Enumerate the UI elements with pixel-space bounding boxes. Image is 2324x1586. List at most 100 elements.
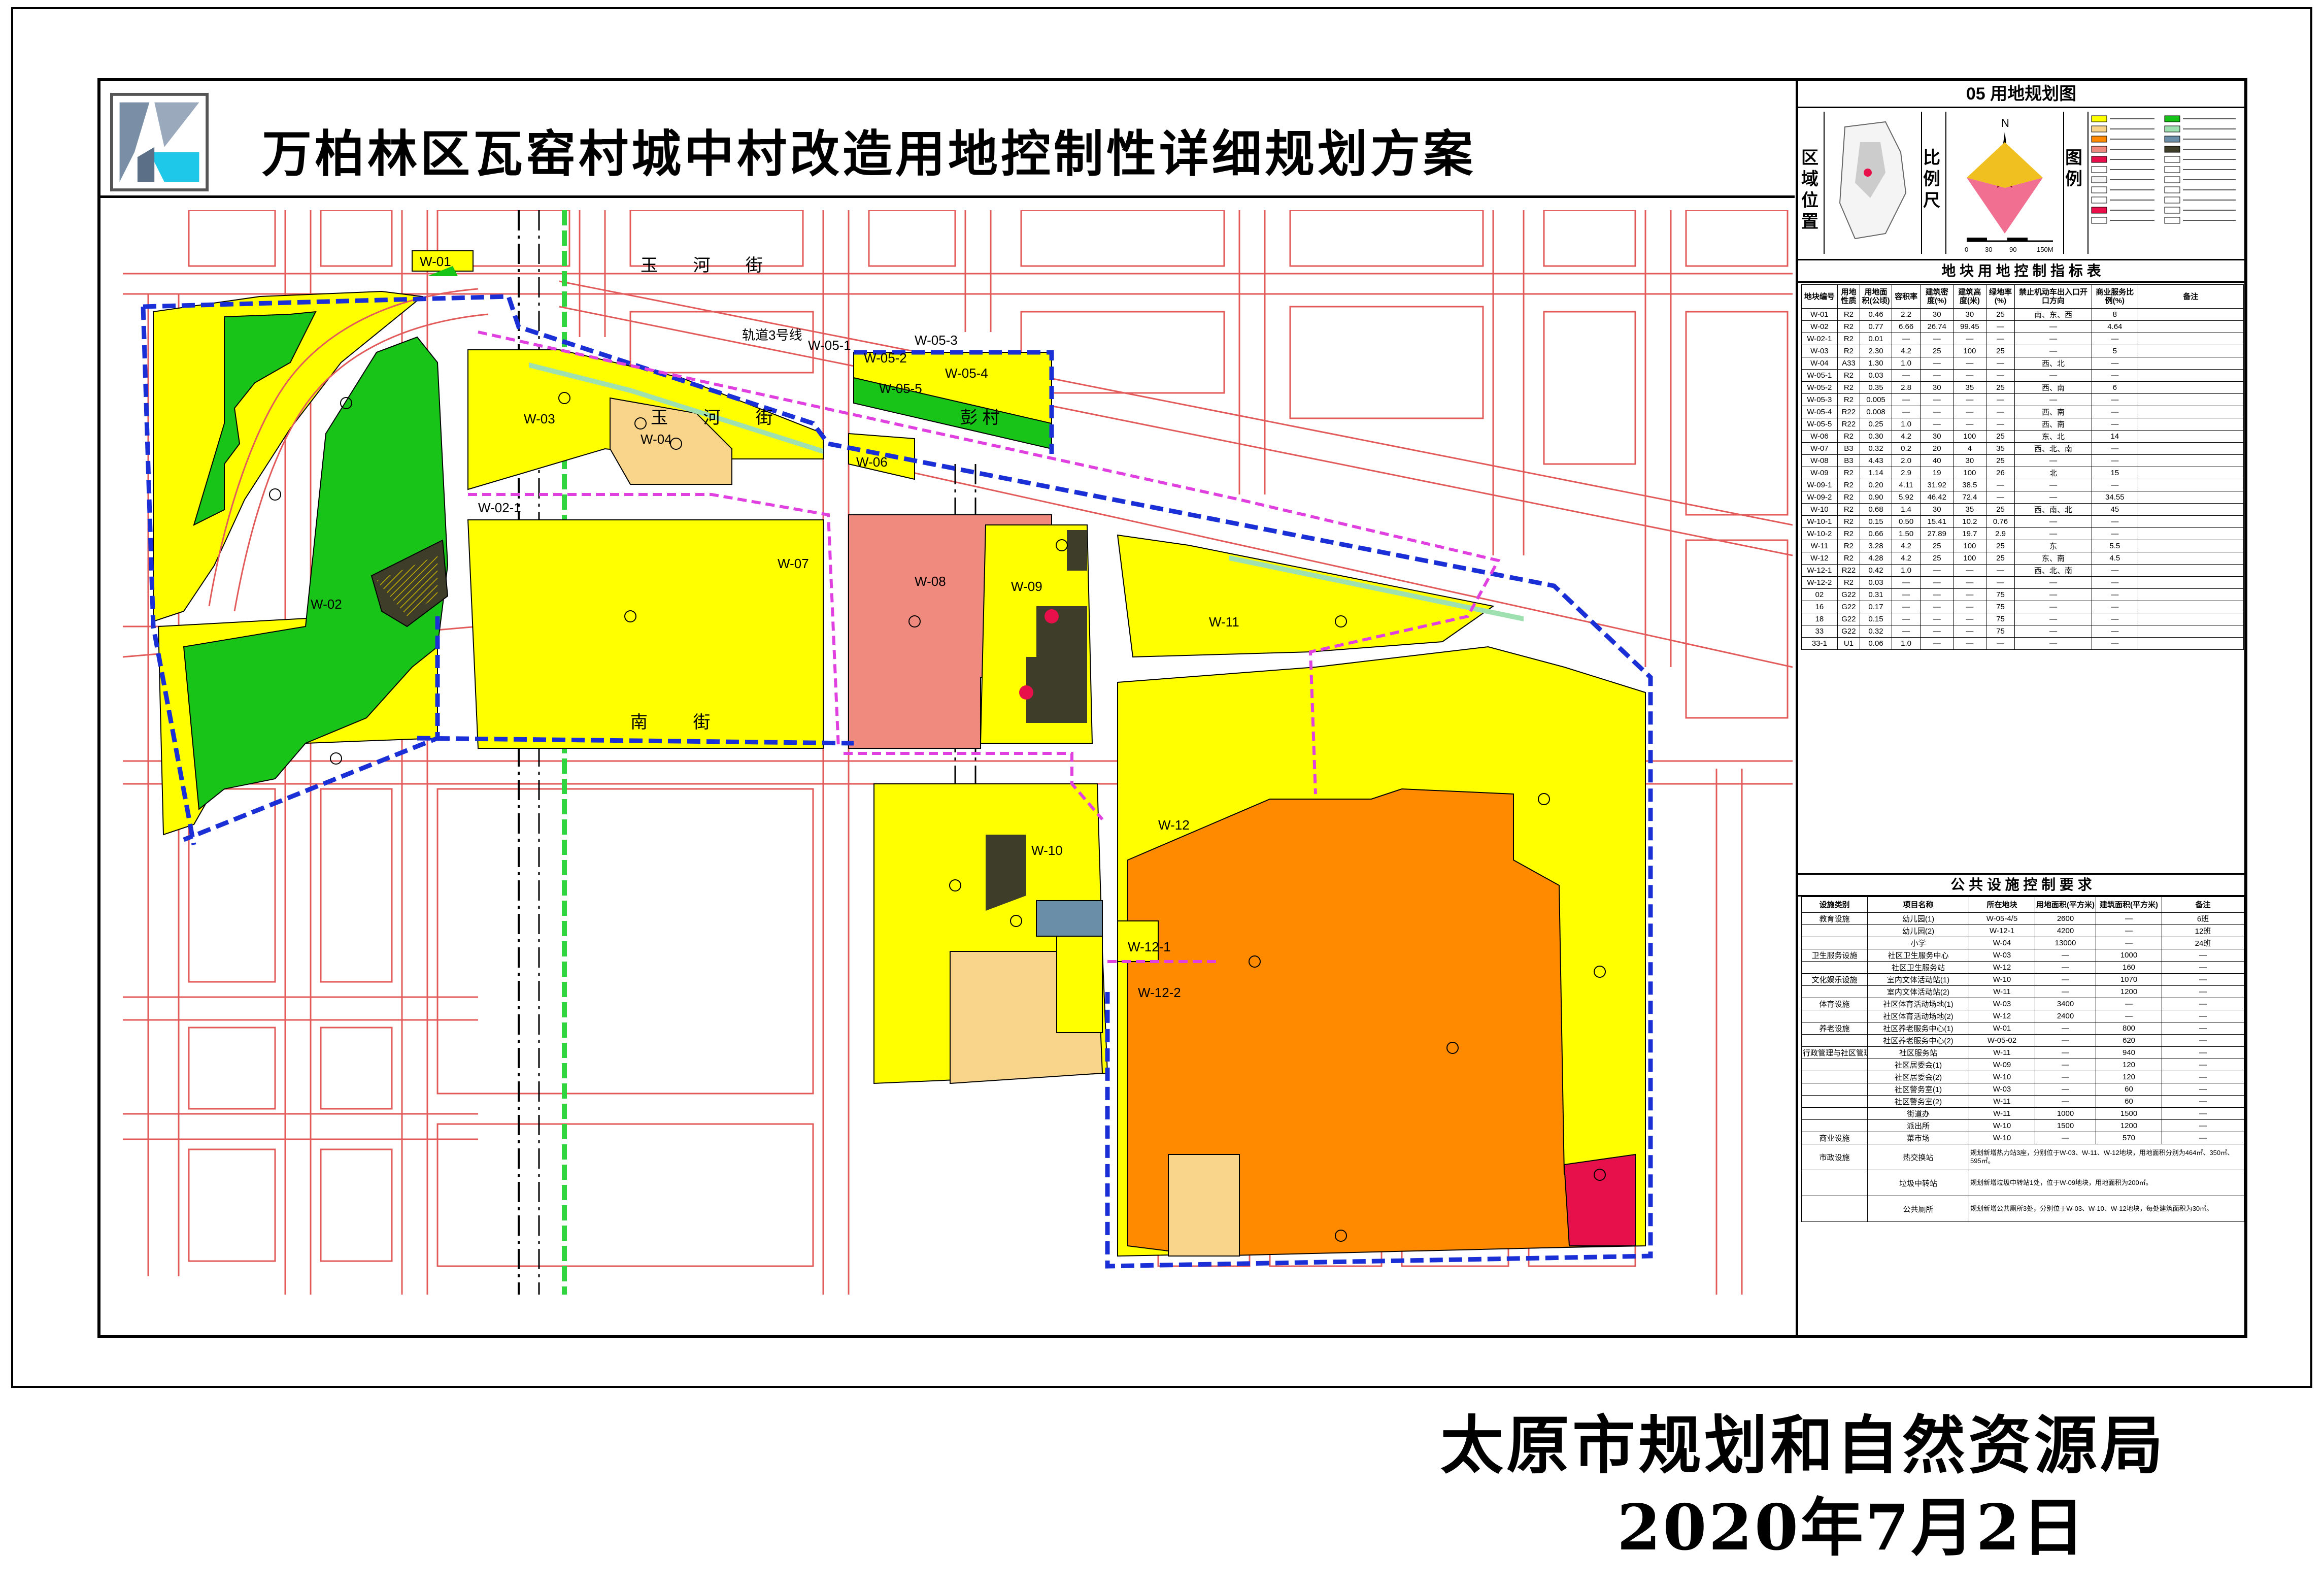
land-cell: 75 bbox=[1985, 625, 2015, 638]
land-cell: — bbox=[2014, 527, 2092, 540]
label-w-11: W-11 bbox=[1209, 614, 1239, 630]
land-cell: 72.4 bbox=[1953, 491, 1986, 504]
land-table-row: W-10-2 R2 0.66 1.50 27.89 19.7 2.9— — bbox=[1801, 527, 2244, 540]
land-cell: 0.25 bbox=[1860, 418, 1892, 431]
facility-cell: 商业设施 bbox=[1801, 1132, 1868, 1144]
land-cell: 2.9 bbox=[1985, 527, 2015, 540]
facility-cell bbox=[1801, 1170, 1868, 1196]
land-cell: — bbox=[1953, 357, 1986, 370]
land-table-row: W-09-2 R2 0.90 5.92 46.42 72.4— —34.55 bbox=[1801, 491, 2244, 504]
facility-table-row: 社区养老服务中心(2) W-05-02—620— bbox=[1801, 1034, 2244, 1047]
land-cell: R2 bbox=[1837, 369, 1861, 382]
facility-cell: 2400 bbox=[2035, 1010, 2096, 1022]
land-cell: 4.2 bbox=[1891, 540, 1921, 552]
land-cell: 100 bbox=[1953, 540, 1986, 552]
facility-cell bbox=[1801, 1083, 1868, 1096]
land-cell: W-09-1 bbox=[1801, 479, 1838, 491]
label-w-05-4: W-05-4 bbox=[945, 366, 988, 381]
land-cell: W-04 bbox=[1801, 357, 1838, 370]
land-cell: 45 bbox=[2091, 503, 2138, 516]
facility-cell: 文化娱乐设施 bbox=[1801, 973, 1868, 986]
land-cell: — bbox=[1953, 613, 1986, 625]
land-cell: 30 bbox=[1920, 503, 1954, 516]
facility-cell: 规划新增热力站3座，分别位于W-03、W-11、W-12地块，用地面积分别为46… bbox=[1969, 1144, 2244, 1170]
facility-cell: W-11 bbox=[1969, 985, 2035, 998]
land-cell: 4.28 bbox=[1860, 552, 1892, 565]
land-cell: — bbox=[2091, 369, 2138, 382]
panel-heading: 05 用地规划图 bbox=[1798, 81, 2244, 108]
land-cell bbox=[2137, 406, 2244, 418]
facility-cell: 小学 bbox=[1867, 937, 1969, 949]
svg-text:150M: 150M bbox=[2037, 246, 2053, 253]
land-table-row: W-05-1 R2 0.03— — — — — — bbox=[1801, 369, 2244, 382]
land-cell: — bbox=[1891, 601, 1921, 613]
land-cell: — bbox=[1985, 479, 2015, 491]
facility-cell: 公共厕所 bbox=[1867, 1196, 1969, 1222]
land-cell: 1.30 bbox=[1860, 357, 1892, 370]
land-cell: — bbox=[1985, 357, 2015, 370]
facility-cell: — bbox=[2162, 985, 2244, 998]
land-cell: 1.0 bbox=[1891, 418, 1921, 431]
land-cell: 2.0 bbox=[1891, 454, 1921, 467]
label-w-07: W-07 bbox=[778, 556, 809, 571]
facility-table-row: 文化娱乐设施 室内文体活动站(1) W-10—1070— bbox=[1801, 973, 2244, 986]
label-w-01: W-01 bbox=[420, 254, 451, 269]
facility-cell: — bbox=[2035, 1071, 2096, 1083]
land-table-row: 33 G22 0.32— — —75— — bbox=[1801, 625, 2244, 638]
land-cell: R2 bbox=[1837, 308, 1861, 321]
land-cell: 25 bbox=[1920, 540, 1954, 552]
info-panel: 05 用地规划图 区域位置 比例尺 N 0 30 90 150M 图例 地 块 … bbox=[1796, 81, 2247, 1335]
land-cell: 15 bbox=[2091, 467, 2138, 479]
land-table-row: W-06 R2 0.30 4.2 30 100 25 东、北 14 bbox=[1801, 430, 2244, 443]
land-cell: 1.14 bbox=[1860, 467, 1892, 479]
land-table-row: W-05-3 R2 0.005— — — — — — bbox=[1801, 393, 2244, 406]
facility-cell: — bbox=[2162, 1083, 2244, 1096]
land-cell bbox=[2137, 515, 2244, 528]
facility-cell: 1500 bbox=[2096, 1107, 2162, 1120]
land-cell: 30 bbox=[1920, 430, 1954, 443]
overview-row: 区域位置 比例尺 N 0 30 90 150M 图例 bbox=[1798, 107, 2247, 260]
land-cell: 0.15 bbox=[1860, 515, 1892, 528]
facility-table-row: 社区居委会(1) W-09—120— bbox=[1801, 1059, 2244, 1071]
facility-table-row: 社区居委会(2) W-10—120— bbox=[1801, 1071, 2244, 1083]
land-table-row: W-11 R2 3.28 4.2 25 100 25 东 5.5 bbox=[1801, 540, 2244, 552]
land-cell: R2 bbox=[1837, 576, 1861, 589]
land-cell: 100 bbox=[1953, 467, 1986, 479]
facility-cell: 幼儿园(2) bbox=[1867, 924, 1969, 937]
facility-cell: 6班 bbox=[2162, 912, 2244, 925]
facility-table-header: 设施类别 项目名称 所在地块 用地面积(平方米) 建筑面积(平方米) 备注 bbox=[1801, 897, 2244, 913]
land-cell: 4.2 bbox=[1891, 345, 1921, 357]
land-cell: — bbox=[1920, 406, 1954, 418]
facility-cell: — bbox=[2035, 961, 2096, 974]
facility-table-row: 街道办 W-11 1000 1500— bbox=[1801, 1107, 2244, 1120]
facility-cell: 社区服务站 bbox=[1867, 1046, 1969, 1059]
land-cell: 西、南、北 bbox=[2014, 503, 2092, 516]
land-cell: 100 bbox=[1953, 345, 1986, 357]
land-cell bbox=[2137, 467, 2244, 479]
land-cell: 20 bbox=[1920, 442, 1954, 455]
facility-cell: 620 bbox=[2096, 1034, 2162, 1047]
land-cell: R2 bbox=[1837, 527, 1861, 540]
land-cell: — bbox=[2091, 527, 2138, 540]
land-cell: G22 bbox=[1837, 588, 1861, 601]
land-cell: — bbox=[2091, 515, 2138, 528]
facility-table-row: 教育设施 幼儿园(1) W-05-4/5 2600—6班 bbox=[1801, 912, 2244, 925]
land-cell: W-05-3 bbox=[1801, 393, 1838, 406]
land-cell: — bbox=[1985, 320, 2015, 333]
land-cell: 25 bbox=[1985, 540, 2015, 552]
facility-cell: — bbox=[2162, 961, 2244, 974]
facility-cell: — bbox=[2162, 1059, 2244, 1071]
facility-cell: — bbox=[2035, 1046, 2096, 1059]
land-cell bbox=[2137, 442, 2244, 455]
facility-cell: — bbox=[2096, 998, 2162, 1010]
land-cell: — bbox=[1920, 369, 1954, 382]
land-cell: 15.41 bbox=[1920, 515, 1954, 528]
land-cell: — bbox=[2091, 479, 2138, 491]
land-cell: 1.4 bbox=[1891, 503, 1921, 516]
land-cell: — bbox=[1985, 393, 2015, 406]
land-cell: 19 bbox=[1920, 467, 1954, 479]
facility-cell: 1200 bbox=[2096, 985, 2162, 998]
land-cell: 0.68 bbox=[1860, 503, 1892, 516]
land-cell: 5 bbox=[2091, 345, 2138, 357]
label-w-12: W-12 bbox=[1158, 817, 1190, 833]
